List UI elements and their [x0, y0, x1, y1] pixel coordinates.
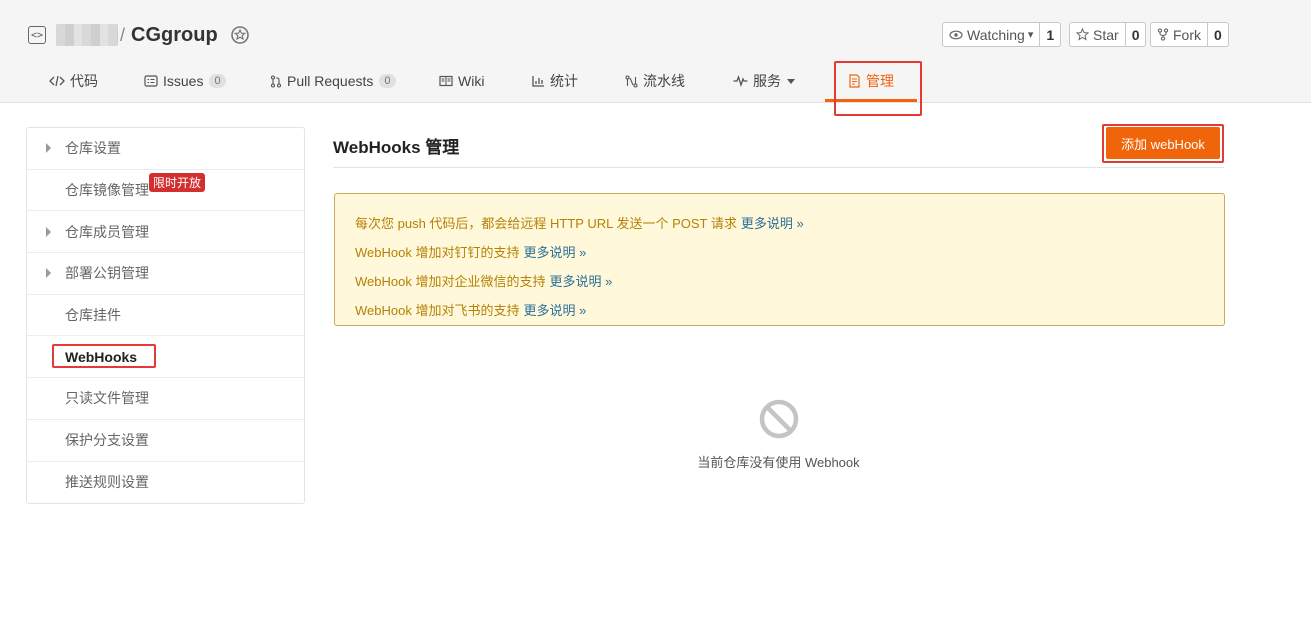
sidebar-item-protected-branches[interactable]: 保护分支设置: [27, 420, 304, 462]
tab-code[interactable]: 代码: [49, 70, 98, 92]
sidebar-item-label: 仓库镜像管理: [65, 182, 149, 199]
sidebar-item-members[interactable]: 仓库成员管理: [27, 211, 304, 254]
watching-count: 1: [1046, 26, 1055, 43]
book-icon: [439, 75, 453, 87]
webhook-notice: 每次您 push 代码后，都会给远程 HTTP URL 发送一个 POST 请求…: [334, 193, 1225, 326]
empty-state: 当前仓库没有使用 Webhook: [333, 398, 1224, 471]
empty-state-text: 当前仓库没有使用 Webhook: [697, 455, 860, 470]
repo-slash: /: [120, 24, 126, 45]
sidebar-item-deploy-keys[interactable]: 部署公钥管理: [27, 253, 304, 295]
caret-right-icon: [46, 268, 51, 279]
more-info-link[interactable]: 更多说明 »: [549, 271, 612, 290]
code-repo-icon: <>: [28, 26, 46, 44]
fork-icon: [1157, 28, 1169, 41]
tab-code-label: 代码: [70, 73, 98, 89]
tab-stats[interactable]: 统计: [532, 70, 578, 92]
caret-right-icon: [46, 226, 51, 237]
watching-button[interactable]: Watching ▾ 1: [942, 22, 1062, 47]
repo-actions: Watching ▾ 1: [942, 22, 1062, 47]
star-icon: [1076, 28, 1089, 41]
pull-requests-count-badge: 0: [379, 74, 396, 88]
notice-line: 每次您 push 代码后，都会给远程 HTTP URL 发送一个 POST 请求…: [355, 208, 1204, 237]
sidebar-item-label: 仓库成员管理: [65, 223, 149, 240]
notice-line: WebHook 增加对飞书的支持 更多说明 »: [355, 295, 1204, 324]
tab-wiki-label: Wiki: [458, 73, 485, 89]
sidebar-item-label: 仓库挂件: [65, 307, 121, 324]
repo-owner-blurred[interactable]: [56, 24, 118, 46]
tab-stats-label: 统计: [550, 73, 578, 89]
tab-pull-requests[interactable]: Pull Requests 0: [270, 70, 396, 92]
sidebar-item-repo-settings[interactable]: 仓库设置: [27, 128, 304, 170]
watching-label: Watching: [967, 26, 1025, 43]
fork-label: Fork: [1173, 26, 1201, 43]
more-info-link[interactable]: 更多说明 »: [523, 300, 586, 319]
prohibited-icon: [759, 399, 798, 439]
tab-pipeline-label: 流水线: [643, 73, 685, 89]
repo-header: <> / CGgroup Watching ▾ 1 Star 0 Fork 0 …: [0, 0, 1311, 103]
fork-button[interactable]: Fork 0: [1150, 22, 1229, 47]
tab-wiki[interactable]: Wiki: [439, 70, 484, 92]
issues-icon: [144, 75, 158, 87]
add-webhook-highlight: [1102, 124, 1224, 163]
tab-issues-label: Issues: [163, 73, 204, 89]
more-info-link[interactable]: 更多说明 »: [741, 213, 804, 232]
star-label: Star: [1093, 26, 1119, 43]
tab-pipeline[interactable]: 流水线: [625, 70, 685, 92]
tab-manage-highlight: [834, 61, 922, 116]
tab-services[interactable]: 服务: [733, 70, 795, 92]
fork-group: Fork 0: [1150, 22, 1229, 47]
chevron-down-icon: [787, 78, 795, 84]
bar-chart-icon: [532, 76, 544, 87]
sidebar-item-readonly-files[interactable]: 只读文件管理: [27, 378, 304, 420]
pipeline-icon: [625, 74, 638, 88]
sidebar-item-label: 只读文件管理: [65, 390, 149, 407]
star-group: Star 0: [1069, 22, 1147, 47]
star-button[interactable]: Star 0: [1069, 22, 1147, 47]
pull-request-icon: [270, 74, 282, 88]
star-count: 0: [1131, 26, 1140, 43]
issues-count-badge: 0: [209, 74, 226, 88]
certified-badge-icon: [230, 26, 249, 44]
sidebar-item-mirror[interactable]: 仓库镜像管理 限时开放: [27, 170, 304, 212]
tab-services-label: 服务: [753, 73, 781, 89]
limited-badge: 限时开放: [149, 172, 206, 192]
sidebar-item-push-rules[interactable]: 推送规则设置: [27, 462, 304, 504]
caret-right-icon: [46, 143, 51, 154]
settings-sidebar: 仓库设置 仓库镜像管理 限时开放 仓库成员管理 部署公钥管理 仓库挂件 WebH…: [26, 127, 305, 505]
chevron-down-icon: ▾: [1027, 29, 1034, 41]
fork-count: 0: [1214, 26, 1222, 43]
sidebar-item-label: 保护分支设置: [65, 432, 149, 449]
title-divider: [333, 167, 1224, 168]
pulse-icon: [733, 75, 748, 87]
code-icon: [49, 75, 65, 87]
tab-pull-requests-label: Pull Requests: [287, 73, 374, 89]
webhooks-highlight: [52, 344, 156, 368]
sidebar-item-widgets[interactable]: 仓库挂件: [27, 295, 304, 337]
notice-line: WebHook 增加对企业微信的支持 更多说明 »: [355, 266, 1204, 295]
repo-title: <> / CGgroup: [28, 22, 250, 48]
sidebar-item-label: 部署公钥管理: [65, 265, 149, 282]
page-title: WebHooks 管理: [333, 138, 460, 157]
eye-icon: [949, 30, 963, 39]
sidebar-item-label: 仓库设置: [65, 140, 121, 157]
tab-issues[interactable]: Issues 0: [144, 70, 226, 92]
notice-line: WebHook 增加对钉钉的支持 更多说明 »: [355, 237, 1204, 266]
repo-name[interactable]: CGgroup: [131, 24, 218, 47]
sidebar-item-label: 推送规则设置: [65, 474, 149, 491]
more-info-link[interactable]: 更多说明 »: [523, 242, 586, 261]
